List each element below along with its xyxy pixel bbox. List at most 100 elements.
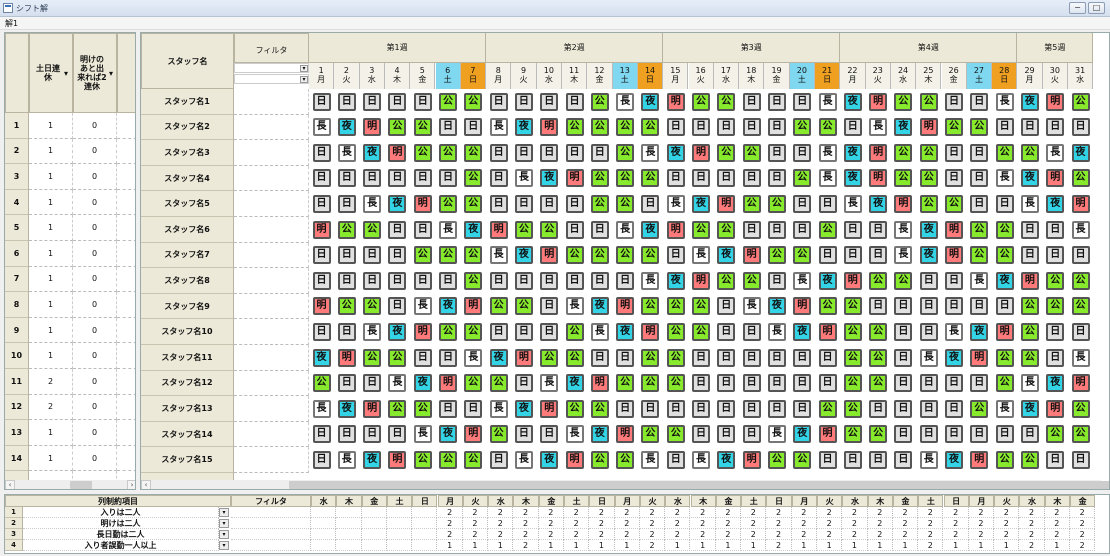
shift-cell-day-off[interactable]: 公 (464, 374, 483, 393)
scroll-right-button[interactable]: › (127, 480, 135, 489)
shift-cell-ake-shift[interactable]: 明 (995, 322, 1014, 341)
shift-cell-ake-shift[interactable]: 明 (1020, 271, 1039, 290)
constraint-value[interactable]: 2 (614, 518, 640, 529)
weekend-off-cell[interactable]: 1 (29, 343, 73, 369)
constraint-value[interactable]: 2 (614, 507, 640, 518)
constraint-value[interactable]: 2 (488, 507, 514, 518)
shift-cell-night-shift[interactable]: 夜 (894, 118, 913, 137)
shift-cell-day-off[interactable]: 公 (919, 194, 938, 213)
shift-cell-day-shift[interactable]: 日 (945, 425, 963, 444)
filter-cell[interactable] (234, 345, 309, 371)
horizontal-scrollbar-track[interactable] (151, 480, 1109, 489)
shift-cell-day-shift[interactable]: 日 (439, 271, 457, 290)
shift-cell-day-shift[interactable]: 日 (540, 297, 559, 316)
shift-cell-long-day-shift[interactable]: 長 (514, 450, 533, 469)
shift-cell-day-shift[interactable]: 日 (869, 399, 888, 418)
shift-cell-day-shift[interactable]: 日 (692, 425, 710, 444)
constraint-value[interactable]: 2 (1070, 529, 1096, 540)
shift-cell-day-off[interactable]: 公 (869, 271, 888, 290)
staff-name[interactable]: スタッフ名11 (141, 345, 234, 371)
shift-cell-day-off[interactable]: 公 (995, 348, 1014, 367)
shift-cell-day-shift[interactable]: 日 (843, 246, 862, 265)
constraint-value[interactable]: 2 (589, 507, 615, 518)
shift-cell-day-shift[interactable]: 日 (970, 374, 989, 393)
chevron-down-icon[interactable]: ▾ (219, 541, 229, 550)
shift-cell-day-shift[interactable]: 日 (312, 450, 331, 469)
constraint-value[interactable] (386, 529, 413, 540)
shift-cell-day-shift[interactable]: 日 (1020, 220, 1039, 239)
shift-cell-day-shift[interactable]: 日 (945, 169, 963, 188)
constraint-value[interactable]: 2 (589, 529, 615, 540)
shift-cell-day-shift[interactable]: 日 (439, 169, 457, 188)
shift-cell-day-shift[interactable]: 日 (1046, 220, 1065, 239)
shift-cell-ake-shift[interactable]: 明 (869, 143, 888, 162)
shift-cell-day-shift[interactable]: 日 (742, 425, 761, 444)
shift-cell-ake-shift[interactable]: 明 (1071, 374, 1090, 393)
shift-cell-long-day-shift[interactable]: 長 (489, 246, 508, 265)
shift-cell-day-shift[interactable]: 日 (337, 322, 356, 341)
shift-cell-day-off[interactable]: 公 (1071, 297, 1090, 316)
shift-cell-night-shift[interactable]: 夜 (1020, 399, 1039, 418)
constraint-value[interactable]: 2 (665, 529, 691, 540)
shift-cell-day-shift[interactable]: 日 (616, 348, 635, 367)
shift-cell-night-shift[interactable]: 夜 (1046, 374, 1065, 393)
shift-cell-day-shift[interactable]: 日 (869, 450, 888, 469)
shift-cell-day-shift[interactable]: 日 (767, 118, 786, 137)
shift-cell-day-off[interactable]: 公 (1020, 450, 1039, 469)
shift-cell-night-shift[interactable]: 夜 (970, 322, 989, 341)
shift-cell-day-off[interactable]: 公 (590, 92, 609, 111)
shift-cell-day-shift[interactable]: 日 (337, 271, 356, 290)
shift-cell-day-off[interactable]: 公 (616, 143, 635, 162)
shift-cell-day-shift[interactable]: 日 (869, 220, 888, 239)
shift-cell-day-off[interactable]: 公 (666, 374, 685, 393)
shift-cell-day-shift[interactable]: 日 (995, 194, 1014, 213)
after-ake-off-cell[interactable]: 0 (73, 369, 117, 395)
shift-cell-day-off[interactable]: 公 (388, 348, 407, 367)
shift-cell-day-shift[interactable]: 日 (514, 92, 533, 111)
staff-name[interactable]: スタッフ名1 (141, 89, 234, 115)
shift-cell-night-shift[interactable]: 夜 (514, 399, 533, 418)
constraint-value[interactable]: 2 (994, 529, 1020, 540)
constraint-value[interactable]: 2 (1070, 540, 1096, 551)
filter-cell[interactable] (234, 396, 309, 422)
shift-cell-day-shift[interactable]: 日 (464, 399, 483, 418)
constraint-value[interactable]: 2 (639, 518, 666, 529)
shift-cell-day-shift[interactable]: 日 (894, 374, 913, 393)
shift-cell-day-shift[interactable]: 日 (514, 194, 533, 213)
constraint-value[interactable]: 2 (1044, 518, 1070, 529)
shift-cell-day-shift[interactable]: 日 (565, 143, 584, 162)
scroll-left-button[interactable]: ‹ (141, 480, 151, 489)
shift-cell-day-off[interactable]: 公 (590, 169, 609, 188)
constraint-value[interactable]: 2 (564, 518, 590, 529)
shift-cell-day-shift[interactable]: 日 (970, 297, 989, 316)
shift-cell-long-day-shift[interactable]: 長 (767, 425, 786, 444)
shift-cell-day-off[interactable]: 公 (616, 169, 635, 188)
shift-cell-day-off[interactable]: 公 (590, 246, 609, 265)
shift-cell-day-shift[interactable]: 日 (717, 348, 736, 367)
shift-cell-ake-shift[interactable]: 明 (413, 194, 432, 213)
shift-cell-day-off[interactable]: 公 (970, 246, 989, 265)
shift-cell-day-off[interactable]: 公 (767, 246, 786, 265)
shift-cell-day-shift[interactable]: 日 (388, 220, 407, 239)
shift-cell-day-shift[interactable]: 日 (742, 92, 761, 111)
shift-cell-night-shift[interactable]: 夜 (919, 220, 938, 239)
shift-cell-day-shift[interactable]: 日 (793, 399, 812, 418)
constraint-value[interactable]: 2 (1019, 529, 1045, 540)
weekend-off-cell[interactable]: 1 (29, 266, 73, 293)
shift-cell-ake-shift[interactable]: 明 (616, 425, 635, 444)
shift-cell-day-shift[interactable]: 日 (464, 118, 483, 137)
shift-cell-ake-shift[interactable]: 明 (945, 246, 963, 265)
shift-cell-day-shift[interactable]: 日 (590, 143, 609, 162)
shift-cell-day-shift[interactable]: 日 (767, 220, 786, 239)
weekend-off-cell[interactable]: 1 (29, 138, 73, 165)
shift-cell-day-off[interactable]: 公 (1020, 297, 1039, 316)
shift-cell-day-shift[interactable]: 日 (894, 348, 913, 367)
shift-cell-night-shift[interactable]: 夜 (464, 220, 483, 239)
shift-cell-ake-shift[interactable]: 明 (869, 169, 888, 188)
shift-cell-ake-shift[interactable]: 明 (489, 220, 508, 239)
constraint-value[interactable]: 2 (1044, 507, 1070, 518)
shift-cell-day-off[interactable]: 公 (793, 246, 812, 265)
shift-cell-day-shift[interactable]: 日 (717, 399, 736, 418)
shift-cell-long-day-shift[interactable]: 長 (312, 399, 331, 418)
shift-cell-long-day-shift[interactable]: 長 (793, 271, 812, 290)
